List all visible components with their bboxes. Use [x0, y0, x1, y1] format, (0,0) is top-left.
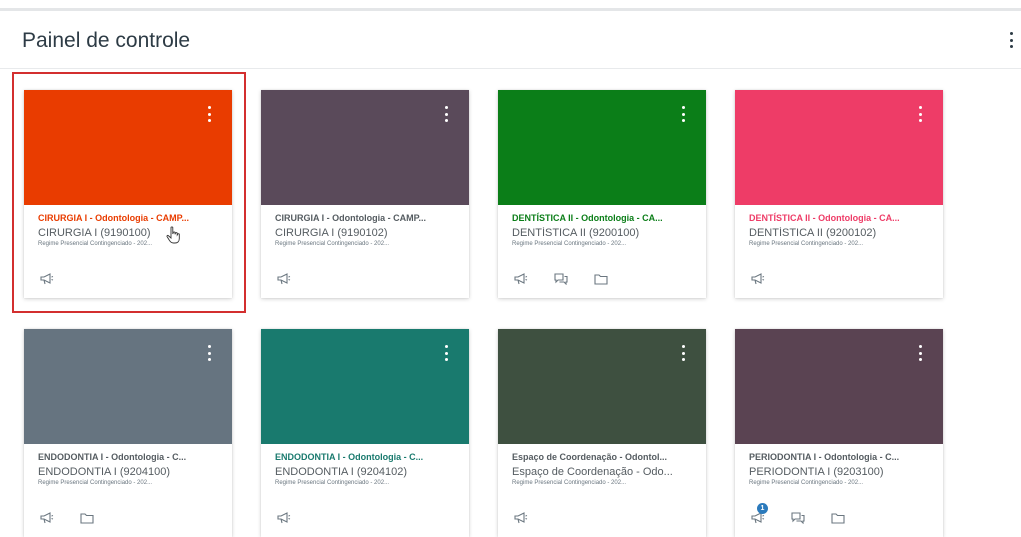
card-kebab-menu-icon[interactable] [441, 104, 451, 124]
card-action-icons [40, 512, 94, 524]
card-color-header[interactable] [24, 90, 232, 205]
card-term: Regime Presencial Contingenciado - 202..… [749, 241, 864, 247]
card-color-header[interactable] [261, 90, 469, 205]
card-color-header[interactable] [498, 90, 706, 205]
card-title[interactable]: ENDODONTIA I - Odontologia - C... [275, 451, 459, 463]
card-kebab-menu-icon[interactable] [441, 343, 451, 363]
card-title[interactable]: ENDODONTIA I - Odontologia - C... [38, 451, 222, 463]
course-card[interactable]: Espaço de Coordenação - Odontol... Espaço… [498, 329, 706, 537]
card-subtitle: PERIODONTIA I (9203100) [749, 466, 884, 478]
card-kebab-menu-icon[interactable] [678, 104, 688, 124]
card-color-header[interactable] [498, 329, 706, 444]
card-subtitle: CIRURGIA I (9190100) [38, 227, 151, 239]
announcement-icon[interactable] [514, 273, 528, 285]
folder-icon[interactable] [831, 512, 845, 524]
card-body: ENDODONTIA I - Odontologia - C... ENDODON… [38, 451, 222, 487]
card-action-icons [277, 512, 291, 524]
card-kebab-menu-icon[interactable] [204, 343, 214, 363]
card-subtitle: DENTÍSTICA II (9200100) [512, 227, 640, 239]
announcement-icon[interactable] [514, 512, 528, 524]
card-action-icons [751, 273, 765, 285]
course-card[interactable]: ENDODONTIA I - Odontologia - C... ENDODON… [24, 329, 232, 537]
card-body: DENTÍSTICA II - Odontologia - CA... DENTÍ… [749, 212, 933, 248]
card-action-icons: 1 [751, 503, 845, 524]
card-title[interactable]: Espaço de Coordenação - Odontol... [512, 451, 696, 463]
course-card[interactable]: DENTÍSTICA II - Odontologia - CA... DENTÍ… [498, 90, 706, 298]
course-card-grid: CIRURGIA I - Odontologia - CAMP... CIRURG… [0, 0, 1021, 537]
announcement-icon[interactable] [40, 273, 54, 285]
card-body: PERIODONTIA I - Odontologia - C... PERIOD… [749, 451, 933, 487]
card-term: Regime Presencial Contingenciado - 202..… [38, 241, 153, 247]
card-term: Regime Presencial Contingenciado - 202..… [512, 480, 627, 486]
card-title[interactable]: PERIODONTIA I - Odontologia - C... [749, 451, 933, 463]
card-color-header[interactable] [735, 329, 943, 444]
card-kebab-menu-icon[interactable] [204, 104, 214, 124]
card-term: Regime Presencial Contingenciado - 202..… [512, 241, 627, 247]
card-action-icons [514, 273, 608, 285]
card-title[interactable]: CIRURGIA I - Odontologia - CAMP... [38, 212, 222, 224]
card-action-icons [40, 273, 54, 285]
card-subtitle: ENDODONTIA I (9204100) [38, 466, 171, 478]
card-subtitle: DENTÍSTICA II (9200102) [749, 227, 877, 239]
card-subtitle: Espaço de Coordenação - Odo... [512, 466, 673, 478]
card-kebab-menu-icon[interactable] [678, 343, 688, 363]
discussion-icon[interactable] [791, 512, 805, 524]
card-color-header[interactable] [735, 90, 943, 205]
course-card[interactable]: PERIODONTIA I - Odontologia - C... PERIOD… [735, 329, 943, 537]
card-color-header[interactable] [261, 329, 469, 444]
card-body: DENTÍSTICA II - Odontologia - CA... DENTÍ… [512, 212, 696, 248]
card-body: Espaço de Coordenação - Odontol... Espaço… [512, 451, 696, 487]
announcement-icon[interactable] [277, 273, 291, 285]
course-card[interactable]: ENDODONTIA I - Odontologia - C... ENDODON… [261, 329, 469, 537]
card-subtitle: ENDODONTIA I (9204102) [275, 466, 408, 478]
announcement-icon[interactable] [40, 512, 54, 524]
card-title[interactable]: DENTÍSTICA II - Odontologia - CA... [512, 212, 696, 224]
card-subtitle: CIRURGIA I (9190102) [275, 227, 388, 239]
card-body: ENDODONTIA I - Odontologia - C... ENDODON… [275, 451, 459, 487]
card-action-icons [277, 273, 291, 285]
card-kebab-menu-icon[interactable] [915, 104, 925, 124]
unread-badge: 1 [757, 503, 768, 514]
folder-icon[interactable] [594, 273, 608, 285]
announcement-icon[interactable]: 1 [751, 503, 768, 524]
card-color-header[interactable] [24, 329, 232, 444]
course-card[interactable]: DENTÍSTICA II - Odontologia - CA... DENTÍ… [735, 90, 943, 298]
card-body: CIRURGIA I - Odontologia - CAMP... CIRURG… [38, 212, 222, 248]
card-term: Regime Presencial Contingenciado - 202..… [749, 480, 864, 486]
card-term: Regime Presencial Contingenciado - 202..… [275, 241, 390, 247]
card-term: Regime Presencial Contingenciado - 202..… [38, 480, 153, 486]
announcement-icon[interactable] [277, 512, 291, 524]
card-title[interactable]: DENTÍSTICA II - Odontologia - CA... [749, 212, 933, 224]
card-title[interactable]: CIRURGIA I - Odontologia - CAMP... [275, 212, 459, 224]
discussion-icon[interactable] [554, 273, 568, 285]
card-term: Regime Presencial Contingenciado - 202..… [275, 480, 390, 486]
card-kebab-menu-icon[interactable] [915, 343, 925, 363]
course-card[interactable]: CIRURGIA I - Odontologia - CAMP... CIRURG… [261, 90, 469, 298]
course-card[interactable]: CIRURGIA I - Odontologia - CAMP... CIRURG… [24, 90, 232, 298]
card-action-icons [514, 512, 528, 524]
folder-icon[interactable] [80, 512, 94, 524]
card-body: CIRURGIA I - Odontologia - CAMP... CIRURG… [275, 212, 459, 248]
announcement-icon[interactable] [751, 273, 765, 285]
